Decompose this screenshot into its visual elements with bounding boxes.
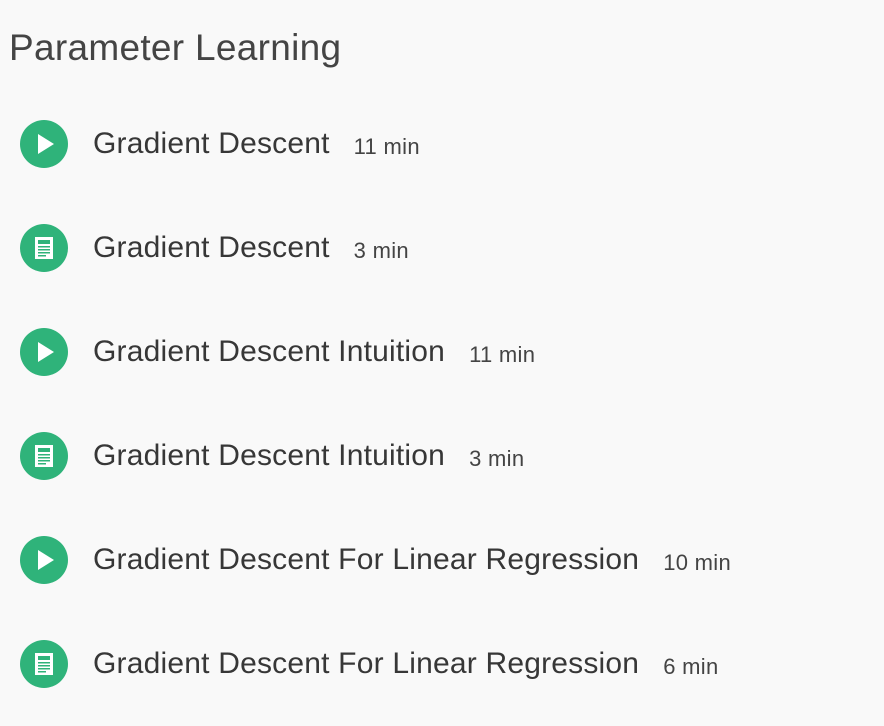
lesson-title: Gradient Descent xyxy=(93,127,330,160)
lesson-duration: 10 min xyxy=(663,550,732,575)
lesson-duration: 11 min xyxy=(469,342,536,367)
play-icon xyxy=(20,328,68,376)
lesson-duration: 6 min xyxy=(663,654,719,679)
play-icon xyxy=(20,120,68,168)
lesson-title: Gradient Descent Intuition xyxy=(93,335,446,368)
lesson-item-video[interactable]: Gradient Descent 11 min xyxy=(0,92,884,196)
lesson-item-reading[interactable]: Gradient Descent Intuition 3 min xyxy=(0,404,884,508)
lesson-duration: 11 min xyxy=(353,134,420,159)
lesson-duration: 3 min xyxy=(353,238,409,263)
lesson-item-video[interactable]: Gradient Descent For Linear Regression 1… xyxy=(0,508,884,612)
lesson-item-reading[interactable]: Gradient Descent For Linear Regression 6… xyxy=(0,612,884,716)
lesson-item-video[interactable]: Gradient Descent Intuition 11 min xyxy=(0,300,884,404)
lesson-title: Gradient Descent For Linear Regression xyxy=(93,543,640,576)
document-icon xyxy=(20,224,68,272)
lesson-title: Gradient Descent For Linear Regression xyxy=(93,647,640,680)
module-page: Parameter Learning Gradient Descent 11 m… xyxy=(0,0,884,726)
play-icon xyxy=(20,536,68,584)
lesson-list: Gradient Descent 11 min Gradient Descent… xyxy=(0,92,884,716)
document-icon xyxy=(20,432,68,480)
section-title: Parameter Learning xyxy=(9,27,342,68)
lesson-duration: 3 min xyxy=(469,446,525,471)
document-icon xyxy=(20,640,68,688)
lesson-title: Gradient Descent Intuition xyxy=(93,439,446,472)
lesson-item-reading[interactable]: Gradient Descent 3 min xyxy=(0,196,884,300)
lesson-title: Gradient Descent xyxy=(93,231,330,264)
